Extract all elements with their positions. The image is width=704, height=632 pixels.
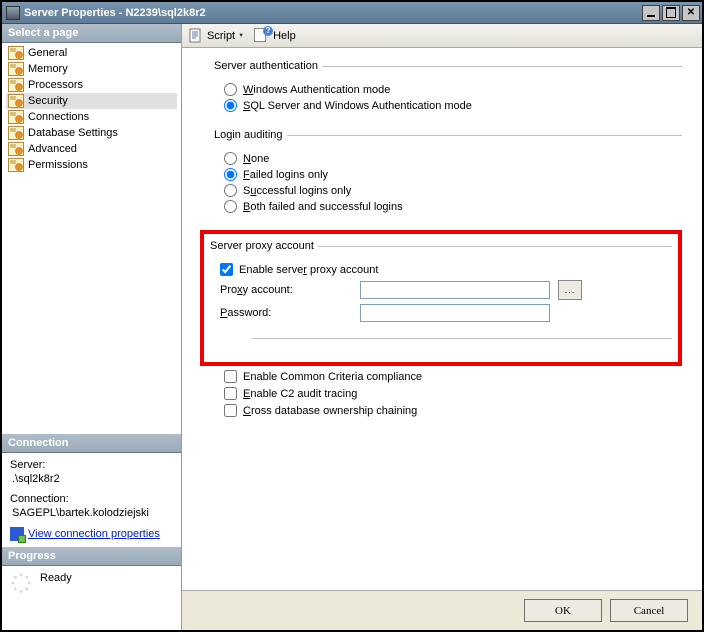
page-item-label: Permissions [28, 159, 88, 171]
login-auditing-legend: Login auditing [214, 129, 287, 141]
page-item-label: Processors [28, 79, 83, 91]
connection-pane: Server: .\sql2k8r2 Connection: SAGEPL\ba… [2, 453, 181, 547]
left-pane: Select a page General Memory Processors … [2, 24, 182, 630]
page-icon [8, 126, 24, 140]
page-item-label: Security [28, 95, 68, 107]
checkbox-cross-db[interactable] [224, 404, 237, 417]
content-area: Server authentication Windows Authentica… [182, 48, 702, 590]
page-icon [8, 46, 24, 60]
script-label: Script [207, 30, 235, 42]
radio-windows-auth[interactable] [224, 83, 237, 96]
page-icon [8, 142, 24, 156]
script-button[interactable]: Script ▼ [188, 28, 244, 44]
help-label: Help [273, 30, 296, 42]
page-list: General Memory Processors Security Conne… [2, 43, 181, 175]
page-item-processors[interactable]: Processors [6, 77, 177, 93]
checkbox-common-criteria[interactable] [224, 370, 237, 383]
help-icon: ? [254, 28, 270, 44]
progress-spinner-icon [10, 572, 32, 594]
radio-audit-none-label: None [243, 153, 269, 165]
page-item-database-settings[interactable]: Database Settings [6, 125, 177, 141]
minimize-button[interactable] [642, 5, 660, 21]
checkbox-common-criteria-label: Enable Common Criteria compliance [243, 371, 422, 383]
right-pane: Script ▼ ? Help Server authentication Wi… [182, 24, 702, 630]
page-icon [8, 78, 24, 92]
page-item-advanced[interactable]: Advanced [6, 141, 177, 157]
proxy-password-input[interactable] [360, 304, 550, 322]
proxy-password-label: Password: [220, 307, 360, 319]
button-bar: OK Cancel [182, 590, 702, 630]
connection-value: SAGEPL\bartek.kolodziejski [12, 507, 173, 519]
toolbar: Script ▼ ? Help [182, 24, 702, 48]
page-icon [8, 62, 24, 76]
maximize-button[interactable] [662, 5, 680, 21]
radio-audit-none[interactable] [224, 152, 237, 165]
radio-audit-failed-label: Failed logins only [243, 169, 328, 181]
script-icon [188, 28, 204, 44]
page-icon [8, 110, 24, 124]
progress-pane: Ready [2, 566, 181, 600]
checkbox-c2-audit[interactable] [224, 387, 237, 400]
progress-status: Ready [40, 572, 72, 584]
connection-label: Connection: [10, 493, 173, 505]
page-item-connections[interactable]: Connections [6, 109, 177, 125]
server-value: .\sql2k8r2 [12, 473, 173, 485]
proxy-account-label: Proxy account: [220, 284, 360, 296]
page-item-label: Advanced [28, 143, 77, 155]
server-proxy-group: Server proxy account Enable server proxy… [210, 240, 672, 328]
server-proxy-highlight: Server proxy account Enable server proxy… [200, 230, 682, 366]
page-item-security[interactable]: Security [6, 93, 177, 109]
network-icon [10, 527, 24, 541]
cancel-button[interactable]: Cancel [610, 599, 688, 622]
page-item-label: General [28, 47, 67, 59]
close-button[interactable] [682, 5, 700, 21]
select-page-header: Select a page [2, 24, 181, 43]
radio-windows-auth-label: Windows Authentication mode [243, 84, 390, 96]
radio-sql-windows-auth[interactable] [224, 99, 237, 112]
checkbox-cross-db-label: Cross database ownership chaining [243, 405, 417, 417]
help-button[interactable]: ? Help [254, 28, 296, 44]
titlebar[interactable]: Server Properties - N2239\sql2k8r2 [2, 2, 702, 24]
checkbox-c2-audit-label: Enable C2 audit tracing [243, 388, 357, 400]
page-item-permissions[interactable]: Permissions [6, 157, 177, 173]
page-icon [8, 94, 24, 108]
page-item-label: Database Settings [28, 127, 118, 139]
radio-audit-both[interactable] [224, 200, 237, 213]
page-item-memory[interactable]: Memory [6, 61, 177, 77]
proxy-account-input[interactable] [360, 281, 550, 299]
page-item-label: Connections [28, 111, 89, 123]
checkbox-enable-proxy-label: Enable server proxy account [239, 264, 378, 276]
view-connection-properties-link[interactable]: View connection properties [28, 528, 160, 540]
options-group: Options [210, 332, 672, 352]
page-item-label: Memory [28, 63, 68, 75]
server-label: Server: [10, 459, 173, 471]
radio-audit-success-label: Successful logins only [243, 185, 351, 197]
radio-audit-both-label: Both failed and successful logins [243, 201, 403, 213]
radio-sql-windows-auth-label: SQL Server and Windows Authentication mo… [243, 100, 472, 112]
server-authentication-group: Server authentication Windows Authentica… [214, 60, 682, 119]
page-item-general[interactable]: General [6, 45, 177, 61]
server-authentication-legend: Server authentication [214, 60, 322, 72]
window-icon [6, 6, 20, 20]
login-auditing-group: Login auditing None Failed logins only S… [214, 129, 682, 220]
ok-button[interactable]: OK [524, 599, 602, 622]
proxy-browse-button[interactable]: ... [558, 280, 582, 300]
checkbox-enable-proxy[interactable] [220, 263, 233, 276]
progress-header: Progress [2, 547, 181, 566]
window-title: Server Properties - N2239\sql2k8r2 [24, 7, 640, 19]
radio-audit-failed[interactable] [224, 168, 237, 181]
server-proxy-legend: Server proxy account [210, 240, 318, 252]
radio-audit-success[interactable] [224, 184, 237, 197]
connection-header: Connection [2, 434, 181, 453]
chevron-down-icon: ▼ [238, 33, 244, 39]
page-icon [8, 158, 24, 172]
